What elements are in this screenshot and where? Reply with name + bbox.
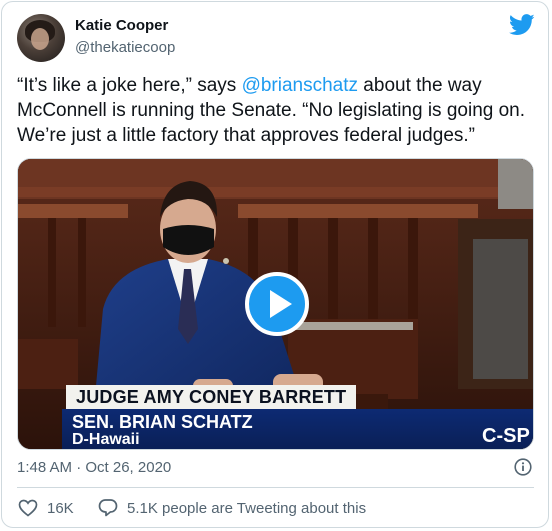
video-player[interactable]: JUDGE AMY CONEY BARRETT SEN. BRIAN SCHAT…	[17, 158, 534, 450]
heart-icon[interactable]	[18, 499, 38, 517]
like-count[interactable]: 16K	[47, 500, 74, 517]
tweet-text-part: “It’s like a joke here,” says	[17, 75, 242, 96]
chyron-speaker-state: D-Hawaii	[72, 431, 140, 448]
tweet-text: “It’s like a joke here,” says @brianscha…	[17, 73, 537, 148]
network-logo: C-SP	[482, 425, 530, 447]
avatar[interactable]	[17, 14, 65, 62]
info-icon[interactable]	[514, 458, 532, 476]
divider	[17, 487, 534, 488]
chyron-headline: JUDGE AMY CONEY BARRETT	[66, 385, 357, 409]
play-button[interactable]	[245, 272, 309, 336]
avatar-face	[31, 28, 49, 50]
speech-bubble-icon[interactable]	[98, 498, 118, 518]
play-icon	[270, 290, 292, 318]
mention-link[interactable]: @brianschatz	[242, 75, 358, 96]
author-display-name[interactable]: Katie Cooper	[75, 17, 168, 34]
twitter-bird-icon[interactable]	[509, 14, 535, 36]
tweet-timestamp[interactable]: 1:48 AM · Oct 26, 2020	[17, 459, 171, 476]
chyron-speaker-name: SEN. BRIAN SCHATZ	[72, 412, 253, 432]
author-handle[interactable]: @thekatiecoop	[75, 39, 175, 56]
conversation-link[interactable]: 5.1K people are Tweeting about this	[127, 500, 366, 517]
